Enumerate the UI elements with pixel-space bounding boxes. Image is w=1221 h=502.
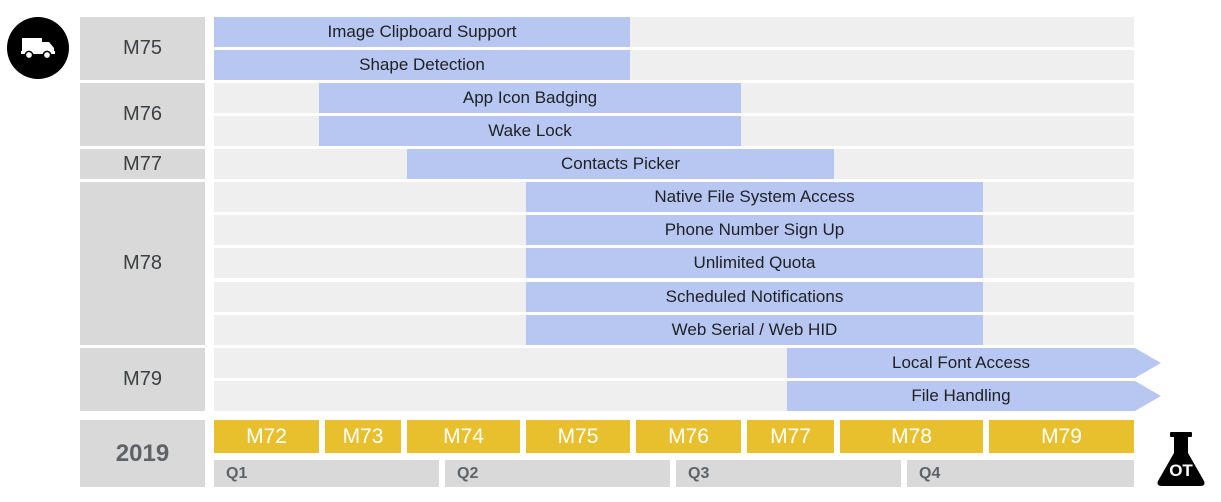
milestone-label-m77: M77 <box>80 149 205 179</box>
milestone-label-m76: M76 <box>80 83 205 146</box>
year-label: 2019 <box>80 420 205 487</box>
timeline-quarter: Q2 <box>445 460 670 487</box>
feature-bar-contacts-picker: Contacts Picker <box>407 149 834 179</box>
feature-bar-file-handling: File Handling <box>787 381 1161 411</box>
truck-icon <box>7 17 69 79</box>
timeline-milestone: M78 <box>840 420 983 453</box>
timeline-milestone: M72 <box>214 420 319 453</box>
milestone-label-m79: M79 <box>80 348 205 411</box>
feature-bar-native-file-system-access: Native File System Access <box>526 182 983 212</box>
timeline-milestone: M73 <box>325 420 401 453</box>
origin-trial-label: OT <box>1169 461 1193 480</box>
feature-bar-unlimited-quota: Unlimited Quota <box>526 248 983 278</box>
timeline-quarter: Q1 <box>214 460 439 487</box>
feature-bar-app-icon-badging: App Icon Badging <box>319 83 741 113</box>
milestone-label-m78: M78 <box>80 182 205 345</box>
feature-bar-wake-lock: Wake Lock <box>319 116 741 146</box>
timeline-quarter: Q4 <box>907 460 1134 487</box>
timeline-milestone: M77 <box>747 420 834 453</box>
timeline-quarter: Q3 <box>676 460 901 487</box>
timeline-milestone: M76 <box>636 420 741 453</box>
timeline-milestone: M74 <box>407 420 520 453</box>
milestone-label-m75: M75 <box>80 17 205 80</box>
timeline-milestone: M79 <box>989 420 1134 453</box>
flask-icon: OT <box>1155 431 1207 487</box>
feature-bar-local-font-access: Local Font Access <box>787 348 1161 378</box>
feature-bar-shape-detection: Shape Detection <box>214 50 630 80</box>
feature-bar-scheduled-notifications: Scheduled Notifications <box>526 282 983 312</box>
feature-bar-web-serial-web-hid: Web Serial / Web HID <box>526 315 983 345</box>
timeline-milestone: M75 <box>526 420 630 453</box>
feature-bar-image-clipboard-support: Image Clipboard Support <box>214 17 630 47</box>
feature-bar-phone-number-sign-up: Phone Number Sign Up <box>526 215 983 245</box>
